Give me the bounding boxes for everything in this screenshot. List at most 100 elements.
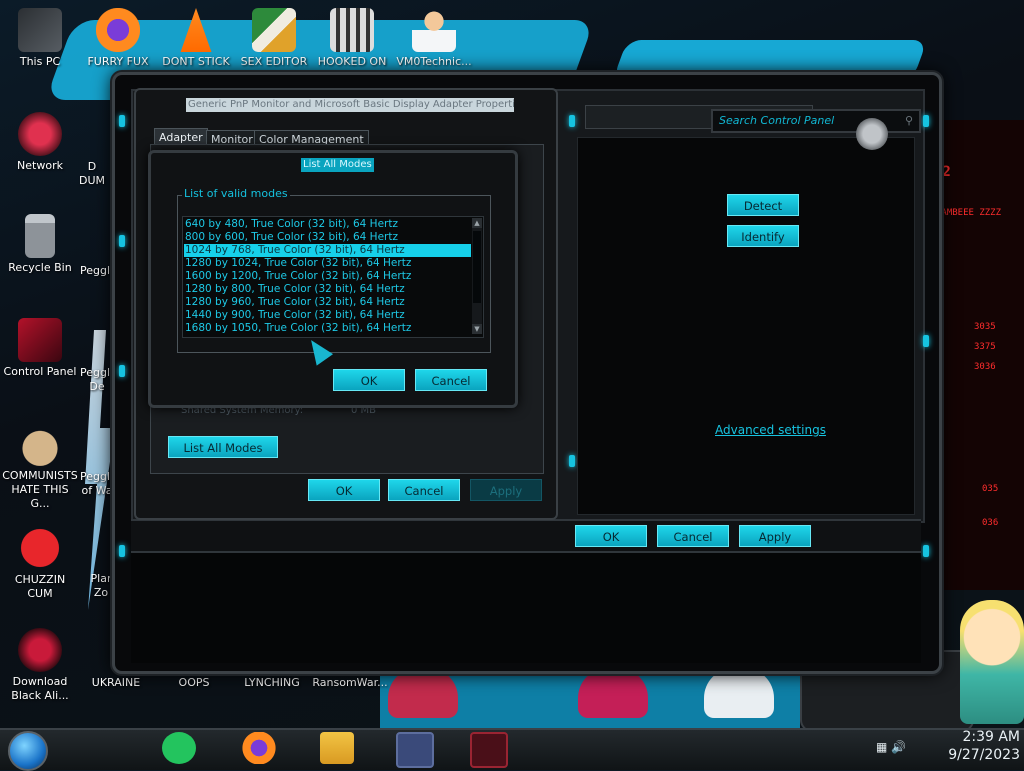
clock-time: 2:39 AM xyxy=(962,729,1020,745)
list-all-modes-button[interactable]: List All Modes xyxy=(168,436,278,458)
cancel-button[interactable]: Cancel xyxy=(415,369,487,391)
frame-light xyxy=(923,335,929,347)
ok-button[interactable]: OK xyxy=(308,479,380,501)
modes-list: 640 by 480, True Color (32 bit), 64 Hert… xyxy=(184,218,471,335)
wallpaper-text: 3036 xyxy=(974,362,996,372)
desktop-icon-ukraine[interactable]: UKRAINE xyxy=(78,676,154,690)
desktop-icon-label: De xyxy=(89,380,105,393)
frame-light xyxy=(119,235,125,247)
alienware-theme-icon[interactable] xyxy=(470,732,508,768)
hex-editor-icon xyxy=(252,8,296,52)
desktop-icon-lynching[interactable]: LYNCHING xyxy=(234,676,310,690)
search-icon[interactable]: ⚲ xyxy=(905,111,913,131)
scroll-down-icon[interactable]: ▼ xyxy=(472,324,482,334)
mode-list-item[interactable]: 1024 by 768, True Color (32 bit), 64 Her… xyxy=(184,244,471,257)
notes-app-icon[interactable] xyxy=(162,732,196,764)
desktop-icon-label: Download Black Ali... xyxy=(11,675,69,702)
frame-light xyxy=(569,455,575,467)
desktop-icon-label: Peggle xyxy=(80,470,117,483)
desktop-icon-label: of Wa xyxy=(81,484,113,497)
desktop-icon-this-pc[interactable]: This PC xyxy=(2,8,78,69)
system-tray: ▦ 🔊 xyxy=(876,740,906,754)
network-icon[interactable]: ▦ xyxy=(876,740,887,754)
frame-light xyxy=(923,115,929,127)
start-orb-icon[interactable] xyxy=(8,731,48,771)
wallpaper-shoe xyxy=(578,668,648,718)
alien-globe-icon xyxy=(18,628,62,672)
scroll-thumb[interactable] xyxy=(473,231,481,303)
wallpaper-text: 3375 xyxy=(974,342,996,352)
desktop-icon-label: Peggle xyxy=(80,264,117,277)
ok-button[interactable]: OK xyxy=(333,369,405,391)
identify-button[interactable]: Identify xyxy=(727,225,799,247)
clock[interactable]: 2:39 AM 9/27/2023 xyxy=(930,728,1020,764)
desktop-icon-label: Control Panel xyxy=(3,365,77,378)
mode-list-item[interactable]: 1280 by 1024, True Color (32 bit), 64 He… xyxy=(184,257,471,270)
clock-date: 9/27/2023 xyxy=(948,747,1020,763)
desktop-icon-label: FURRY FUX xyxy=(87,55,149,68)
wallpaper-text: RAMBEEE ZZZZ xyxy=(936,208,1002,218)
taskbar xyxy=(0,728,1024,770)
modes-listbox[interactable]: 640 by 480, True Color (32 bit), 64 Hert… xyxy=(182,216,484,338)
desktop-icon-label: CHUZZIN CUM xyxy=(14,573,66,600)
desktop-icon-peggle-de[interactable]: Peggle De xyxy=(80,366,117,394)
desktop-icon-peggle[interactable]: Peggle xyxy=(80,264,117,278)
desktop-icon-vm0technic[interactable]: VM0Technic... xyxy=(396,8,472,69)
cancel-button[interactable]: Cancel xyxy=(388,479,460,501)
file-explorer-icon[interactable] xyxy=(320,732,354,764)
desktop-icon-partial[interactable]: D DUM xyxy=(72,160,112,188)
vlc-cone-icon xyxy=(180,8,212,52)
alienware-logo-icon xyxy=(856,118,888,150)
frame-light xyxy=(923,545,929,557)
mode-list-item[interactable]: 1600 by 1200, True Color (32 bit), 64 He… xyxy=(184,270,471,283)
desktop-icon-furry-fux[interactable]: FURRY FUX xyxy=(80,8,156,69)
desktop-icon-recycle-bin[interactable]: Recycle Bin xyxy=(2,214,78,275)
desktop-icon-sex-editor[interactable]: SEX EDITOR xyxy=(236,8,312,69)
desktop-icon-dont-stick[interactable]: DONT STICK xyxy=(158,8,234,69)
mode-list-item[interactable]: 800 by 600, True Color (32 bit), 64 Hert… xyxy=(184,231,471,244)
desktop-icon-label: UKRAINE xyxy=(91,676,141,689)
mode-list-item[interactable]: 1440 by 900, True Color (32 bit), 64 Her… xyxy=(184,309,471,322)
desktop-icon-label: SEX EDITOR xyxy=(240,55,308,68)
display-settings-icon[interactable] xyxy=(396,732,434,768)
desktop-icon-hooked-on[interactable]: HOOKED ON xyxy=(314,8,390,69)
desktop-icon-ransomware[interactable]: RansomWar... xyxy=(312,676,388,690)
advanced-settings-link[interactable]: Advanced settings xyxy=(715,423,826,437)
scrollbar[interactable]: ▲ ▼ xyxy=(472,218,482,334)
mode-list-item[interactable]: 1280 by 960, True Color (32 bit), 64 Her… xyxy=(184,296,471,309)
desktop-icon-network[interactable]: Network xyxy=(2,112,78,173)
dialog-title: List All Modes xyxy=(301,158,374,172)
frame-light xyxy=(119,115,125,127)
network-icon xyxy=(18,112,62,156)
detect-button[interactable]: Detect xyxy=(727,194,799,216)
desktop-icon-label: Network xyxy=(17,159,63,172)
wallpaper-character xyxy=(960,600,1024,724)
apply-button[interactable]: Apply xyxy=(739,525,811,547)
frame-light xyxy=(119,545,125,557)
desktop-icon-label: Recycle Bin xyxy=(8,261,72,274)
desktop-icon-label: DUM xyxy=(78,174,105,187)
group-label: List of valid modes xyxy=(182,187,290,200)
firefox-icon[interactable] xyxy=(242,732,276,764)
desktop-icon-label: RansomWar... xyxy=(312,676,388,689)
scroll-up-icon[interactable]: ▲ xyxy=(472,218,482,228)
desktop-icon-label: This PC xyxy=(19,55,61,68)
mode-list-item[interactable]: 640 by 480, True Color (32 bit), 64 Hert… xyxy=(184,218,471,231)
desktop-icon-black-alien[interactable]: Download Black Ali... xyxy=(2,628,78,703)
wallpaper-text: 036 xyxy=(982,518,999,528)
computer-icon xyxy=(18,8,62,52)
search-input[interactable]: Search Control Panel ⚲ xyxy=(711,109,921,133)
mode-list-item[interactable]: 1280 by 800, True Color (32 bit), 64 Her… xyxy=(184,283,471,296)
mode-list-item[interactable]: 1680 by 1050, True Color (32 bit), 64 He… xyxy=(184,322,471,335)
desktop-icon-oops[interactable]: OOPS xyxy=(156,676,232,690)
volume-icon[interactable]: 🔊 xyxy=(891,740,906,754)
apply-button[interactable]: Apply xyxy=(470,479,542,501)
desktop-icon-label: HOOKED ON xyxy=(317,55,387,68)
cancel-button[interactable]: Cancel xyxy=(657,525,729,547)
desktop-icon-control-panel[interactable]: Control Panel xyxy=(2,318,78,379)
desktop-icon-peggle-wa[interactable]: Peggle of Wa xyxy=(80,470,117,498)
desktop-icon-chuzzle[interactable]: CHUZZIN CUM xyxy=(2,526,78,601)
ok-button[interactable]: OK xyxy=(575,525,647,547)
frame-light xyxy=(569,115,575,127)
desktop-icon-money-bag[interactable]: COMMUNISTS HATE THIS G... xyxy=(2,422,78,511)
